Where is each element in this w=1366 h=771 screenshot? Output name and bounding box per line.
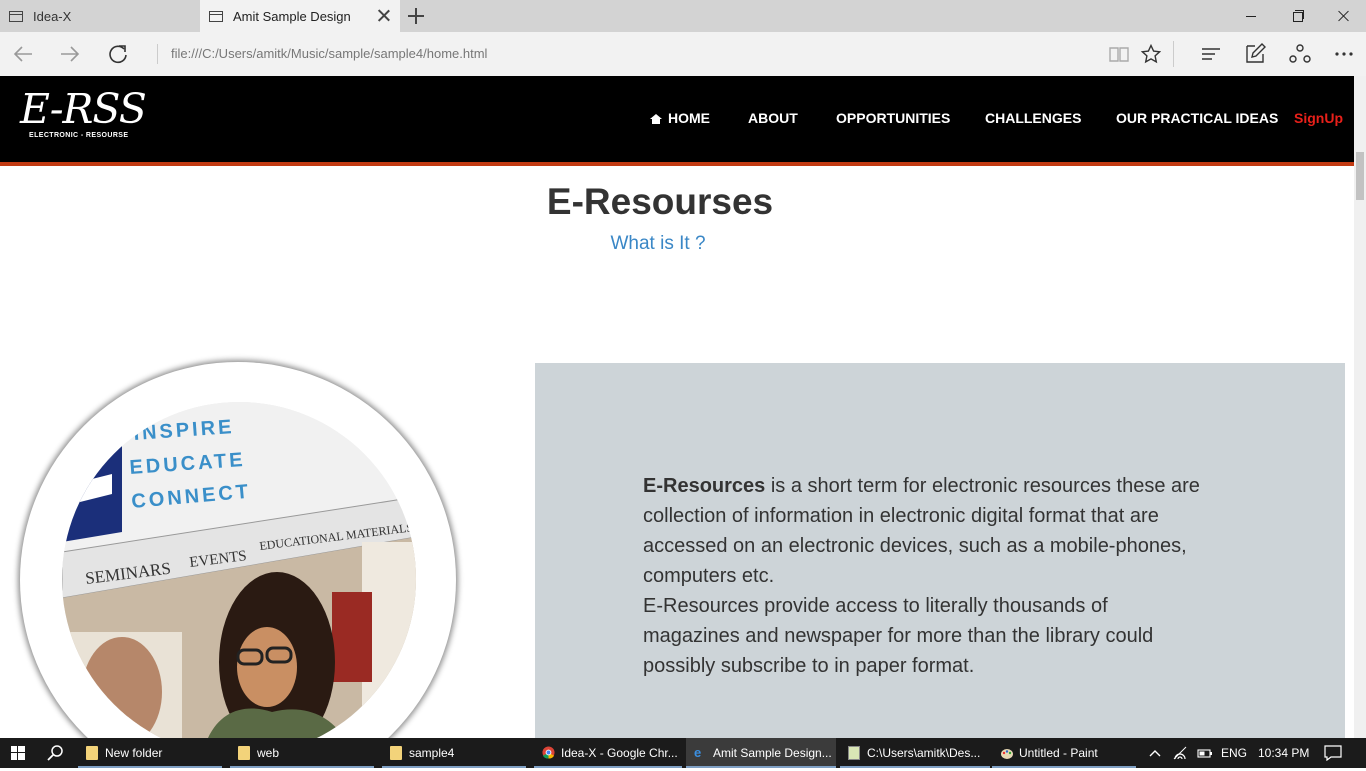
nav-about[interactable]: ABOUT bbox=[748, 110, 798, 126]
tab-title: Idea-X bbox=[33, 8, 72, 24]
restore-icon[interactable] bbox=[1274, 0, 1320, 32]
taskbar-item-label: Amit Sample Design... bbox=[713, 746, 832, 760]
page-icon bbox=[9, 10, 23, 22]
notepad-icon bbox=[848, 746, 860, 760]
toolbar-divider bbox=[1173, 41, 1174, 67]
info-panel: E-Resources is a short term for electron… bbox=[535, 363, 1345, 738]
nav-signup[interactable]: SignUp bbox=[1294, 110, 1343, 126]
taskbar-item-chrome[interactable]: Idea-X - Google Chr... bbox=[534, 738, 682, 768]
taskbar-item-label: web bbox=[257, 746, 280, 760]
home-icon bbox=[650, 114, 662, 124]
featured-image-frame: INSPIRE EDUCATE CONNECT SEMINARS EVENTS … bbox=[20, 362, 456, 738]
page-viewport: E-RSS ELECTRONIC - RESOURSE HOME ABOUT O… bbox=[0, 76, 1366, 738]
scrollbar-thumb[interactable] bbox=[1356, 152, 1364, 200]
reading-view-icon[interactable] bbox=[1107, 42, 1131, 66]
info-description: E-Resources is a short term for electron… bbox=[643, 471, 1203, 681]
page-title: E-Resourses bbox=[546, 181, 774, 222]
share-icon[interactable] bbox=[1288, 42, 1312, 66]
taskbar-item-paint[interactable]: Untitled - Paint bbox=[992, 738, 1136, 768]
action-center-icon[interactable] bbox=[1324, 738, 1342, 768]
more-menu-icon[interactable] bbox=[1332, 42, 1356, 66]
web-note-icon[interactable] bbox=[1243, 42, 1267, 66]
info-paragraph-2: E-Resources provide access to literally … bbox=[643, 595, 1154, 677]
logo-tagline: ELECTRONIC - RESOURSE bbox=[29, 132, 129, 139]
taskbar-item-label: C:\Users\amitk\Des... bbox=[867, 746, 981, 760]
logo-text: E-RSS bbox=[20, 85, 147, 133]
page-scrollbar[interactable] bbox=[1354, 76, 1366, 738]
refresh-icon[interactable] bbox=[105, 41, 131, 67]
page-subtitle: What is It ? bbox=[610, 233, 706, 254]
browser-tab-strip: Idea-X Amit Sample Design bbox=[0, 0, 1366, 32]
taskbar-item-label: Untitled - Paint bbox=[1019, 746, 1098, 760]
nav-home-label: HOME bbox=[668, 110, 710, 126]
nav-practical-ideas[interactable]: OUR PRACTICAL IDEAS bbox=[1116, 110, 1278, 126]
site-logo[interactable]: E-RSS ELECTRONIC - RESOURSE bbox=[20, 85, 147, 139]
forward-icon[interactable] bbox=[57, 41, 83, 67]
browser-nav-bar: file:///C:/Users/amitk/Music/sample/samp… bbox=[0, 32, 1366, 76]
info-bold-term: E-Resources bbox=[643, 475, 766, 497]
nav-home[interactable]: HOME bbox=[650, 110, 710, 126]
site-header: E-RSS ELECTRONIC - RESOURSE HOME ABOUT O… bbox=[0, 76, 1354, 166]
taskbar-item-notepad[interactable]: C:\Users\amitk\Des... bbox=[840, 738, 990, 768]
page-icon bbox=[209, 10, 223, 22]
search-icon[interactable] bbox=[36, 738, 74, 768]
edge-icon: e bbox=[694, 745, 706, 760]
windows-start-icon[interactable] bbox=[0, 738, 36, 768]
show-hidden-icons-icon[interactable] bbox=[1148, 738, 1162, 768]
paint-icon bbox=[1000, 746, 1013, 760]
close-tab-icon[interactable] bbox=[378, 9, 390, 21]
featured-photo: INSPIRE EDUCATE CONNECT SEMINARS EVENTS … bbox=[62, 402, 416, 738]
taskbar-item-label: New folder bbox=[105, 746, 163, 760]
taskbar-item-sample4[interactable]: sample4 bbox=[382, 738, 526, 768]
chrome-icon bbox=[542, 746, 555, 760]
wifi-icon[interactable] bbox=[1172, 738, 1188, 768]
folder-icon bbox=[390, 746, 402, 760]
back-icon[interactable] bbox=[10, 41, 36, 67]
taskbar-item-edge[interactable]: e Amit Sample Design... bbox=[686, 738, 836, 768]
folder-icon bbox=[86, 746, 98, 760]
clock[interactable]: 10:34 PM bbox=[1258, 738, 1309, 768]
minimize-icon[interactable] bbox=[1228, 0, 1274, 32]
new-tab-icon[interactable] bbox=[408, 8, 424, 24]
tab-title: Amit Sample Design bbox=[233, 8, 351, 24]
tab-idea-x[interactable]: Idea-X bbox=[0, 0, 200, 32]
window-close-icon[interactable] bbox=[1320, 0, 1366, 32]
address-bar[interactable]: file:///C:/Users/amitk/Music/sample/samp… bbox=[157, 44, 487, 64]
nav-opportunities[interactable]: OPPORTUNITIES bbox=[836, 110, 950, 126]
taskbar-item-label: sample4 bbox=[409, 746, 455, 760]
tab-amit-sample-design[interactable]: Amit Sample Design bbox=[200, 0, 400, 32]
folder-icon bbox=[238, 746, 250, 760]
taskbar-item-new-folder[interactable]: New folder bbox=[78, 738, 222, 768]
battery-icon[interactable] bbox=[1197, 738, 1213, 768]
favorite-star-icon[interactable] bbox=[1139, 42, 1163, 66]
nav-challenges[interactable]: CHALLENGES bbox=[985, 110, 1081, 126]
hub-icon[interactable] bbox=[1199, 42, 1223, 66]
taskbar-item-label: Idea-X - Google Chr... bbox=[561, 746, 678, 760]
taskbar-item-web[interactable]: web bbox=[230, 738, 374, 768]
windows-taskbar: New folder web sample4 Idea-X - Google C… bbox=[0, 738, 1366, 768]
language-indicator[interactable]: ENG bbox=[1221, 738, 1247, 768]
svg-text:e: e bbox=[694, 746, 701, 759]
